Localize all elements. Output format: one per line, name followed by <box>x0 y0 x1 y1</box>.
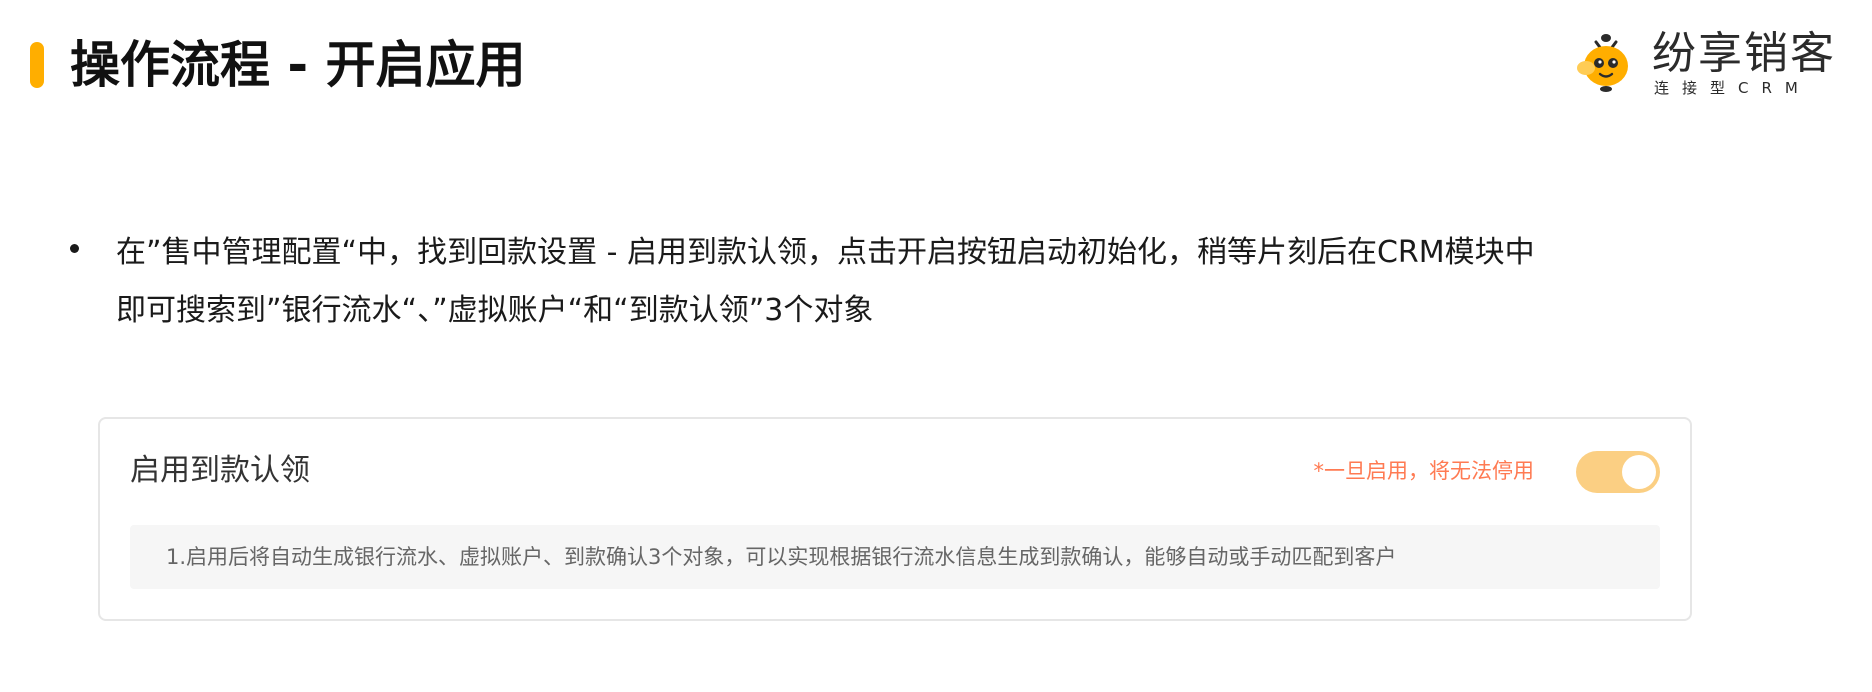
toggle-knob <box>1622 455 1656 489</box>
instruction-line-1: 在”售中管理配置“中，找到回款设置 - 启用到款认领，点击开启按钮启动初始化，稍… <box>116 235 1535 270</box>
brand-name: 纷享销客 <box>1652 28 1836 79</box>
enable-payment-claim-toggle[interactable] <box>1576 451 1660 493</box>
payment-claim-settings-card: 启用到款认领 *一旦启用，将无法停用 1.启用后将自动生成银行流水、虚拟账户、到… <box>98 417 1692 621</box>
brand-logo: 纷享销客 连接型CRM <box>1576 28 1856 98</box>
feature-description: 1.启用后将自动生成银行流水、虚拟账户、到款确认3个对象，可以实现根据银行流水信… <box>130 525 1660 589</box>
title-accent-bar <box>30 42 44 88</box>
bullet-point <box>70 244 79 253</box>
card-title: 启用到款认领 <box>130 453 310 488</box>
brand-tagline: 连接型CRM <box>1654 79 1811 97</box>
instruction-paragraph: 在”售中管理配置“中，找到回款设置 - 启用到款认领，点击开启按钮启动初始化，稍… <box>116 224 1716 340</box>
instruction-line-2: 即可搜索到”银行流水“、”虚拟账户“和“到款认领”3个对象 <box>116 293 874 328</box>
page-title: 操作流程 - 开启应用 <box>70 36 526 94</box>
bee-mascot-icon <box>1577 34 1628 92</box>
irreversible-warning: *一旦启用，将无法停用 <box>1313 459 1535 483</box>
